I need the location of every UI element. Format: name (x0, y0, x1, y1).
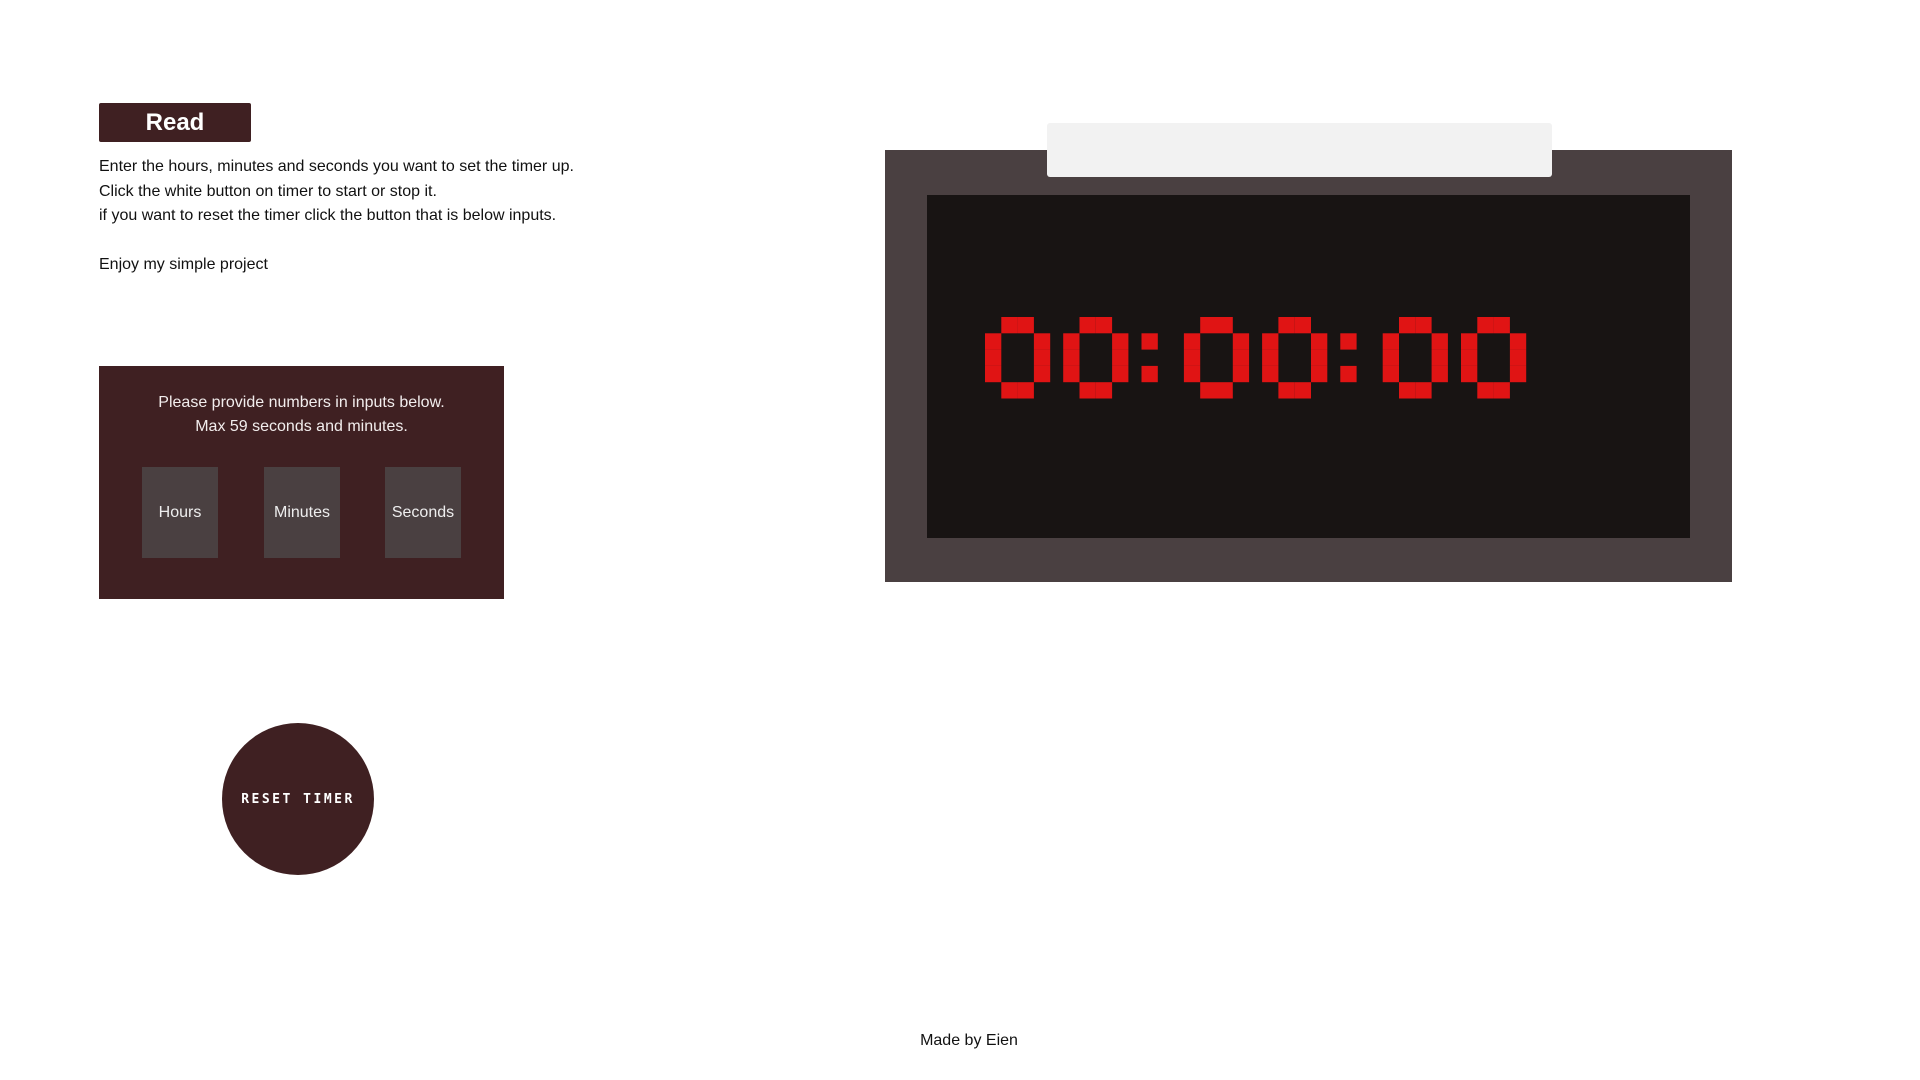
digit-pixel (1183, 349, 1201, 366)
timer-digit (1063, 317, 1129, 399)
digit-pixel (1509, 333, 1527, 350)
digit-pixel (1294, 317, 1311, 334)
digit-pixel (1461, 365, 1478, 383)
digit-pixel (1461, 349, 1478, 366)
instruction-line: Enter the hours, minutes and seconds you… (99, 158, 574, 175)
digit-pixel (1095, 382, 1113, 399)
input-note: Please provide numbers in inputs below. … (99, 391, 504, 439)
digit-pixel (1509, 365, 1527, 383)
digit-pixel (1200, 382, 1217, 399)
digit-pixel (1112, 349, 1129, 366)
digit-pixel (1232, 349, 1250, 366)
digit-pixel (1415, 317, 1432, 334)
digit-pixel (1340, 333, 1357, 350)
digit-pixel (985, 365, 1002, 383)
digit-pixel (1017, 382, 1034, 399)
digit-pixel (1311, 349, 1328, 366)
closing-note: Enjoy my simple project (99, 256, 268, 273)
digit-pixel (1001, 317, 1018, 334)
digit-pixel (1033, 349, 1051, 366)
digit-pixel (1262, 365, 1279, 383)
digit-pixel (1063, 349, 1080, 366)
digit-pixel (1216, 382, 1233, 399)
read-heading: Read (99, 103, 251, 142)
digit-pixel (1112, 333, 1129, 350)
digit-pixel (1431, 349, 1448, 366)
digit-pixel (1141, 365, 1158, 383)
digit-pixel (1493, 382, 1510, 399)
timer-colon (1141, 333, 1158, 383)
instructions: Enter the hours, minutes and seconds you… (99, 155, 699, 278)
timer-digit (985, 317, 1051, 399)
digit-pixel (1200, 317, 1217, 334)
start-stop-button[interactable] (1047, 123, 1552, 177)
timer-digit (1183, 317, 1250, 399)
digit-pixel (1477, 317, 1494, 334)
digit-pixel (1141, 333, 1158, 350)
digit-pixel (1311, 333, 1328, 350)
timer-digit (1262, 317, 1328, 399)
digit-pixel (1294, 382, 1311, 399)
digit-pixel (1382, 365, 1399, 383)
timer-digit (1461, 317, 1527, 399)
footer-credit: Made by Eien (920, 1032, 1018, 1049)
timer-digits (985, 317, 1527, 399)
digit-pixel (1431, 333, 1448, 350)
input-panel: Please provide numbers in inputs below. … (99, 366, 504, 599)
digit-pixel (1079, 317, 1096, 334)
digit-pixel (1183, 333, 1201, 350)
digit-pixel (1399, 317, 1416, 334)
digit-pixel (1063, 333, 1080, 350)
timer-colon (1340, 333, 1357, 383)
digit-pixel (1382, 349, 1399, 366)
digit-pixel (1063, 365, 1080, 383)
digit-pixel (1509, 349, 1527, 366)
digit-pixel (985, 333, 1002, 350)
digit-pixel (1095, 317, 1113, 334)
minutes-input[interactable] (264, 467, 340, 558)
digit-pixel (1415, 382, 1432, 399)
hours-input[interactable] (142, 467, 218, 558)
instruction-line: Click the white button on timer to start… (99, 182, 437, 200)
digit-pixel (1477, 382, 1494, 399)
timer-digit (1382, 317, 1448, 399)
digit-pixel (1033, 333, 1051, 350)
input-note-line: Max 59 seconds and minutes. (195, 418, 408, 435)
digit-pixel (985, 349, 1002, 366)
digit-pixel (1017, 317, 1034, 334)
digit-pixel (1112, 365, 1129, 383)
input-note-line: Please provide numbers in inputs below. (158, 394, 445, 411)
digit-pixel (1079, 382, 1096, 399)
page: Read Enter the hours, minutes and second… (0, 0, 1920, 1080)
reset-timer-button[interactable]: RESET TIMER (222, 723, 374, 875)
digit-pixel (1033, 365, 1051, 383)
digit-pixel (1278, 317, 1295, 334)
digit-pixel (1399, 382, 1416, 399)
digit-pixel (1216, 317, 1233, 334)
digit-pixel (1001, 382, 1018, 399)
digit-pixel (1461, 333, 1478, 350)
digit-pixel (1382, 333, 1399, 350)
digit-pixel (1311, 365, 1328, 383)
digit-pixel (1493, 317, 1510, 334)
digit-pixel (1232, 365, 1250, 383)
instruction-line: if you want to reset the timer click the… (99, 207, 557, 224)
digit-pixel (1278, 382, 1295, 399)
digit-pixel (1340, 365, 1357, 383)
timer-display (985, 317, 1635, 399)
digit-pixel (1262, 349, 1279, 366)
digit-pixel (1431, 365, 1448, 383)
digit-pixel (1232, 333, 1250, 350)
digit-pixel (1183, 365, 1201, 383)
seconds-input[interactable] (385, 467, 461, 558)
digit-pixel (1262, 333, 1279, 350)
